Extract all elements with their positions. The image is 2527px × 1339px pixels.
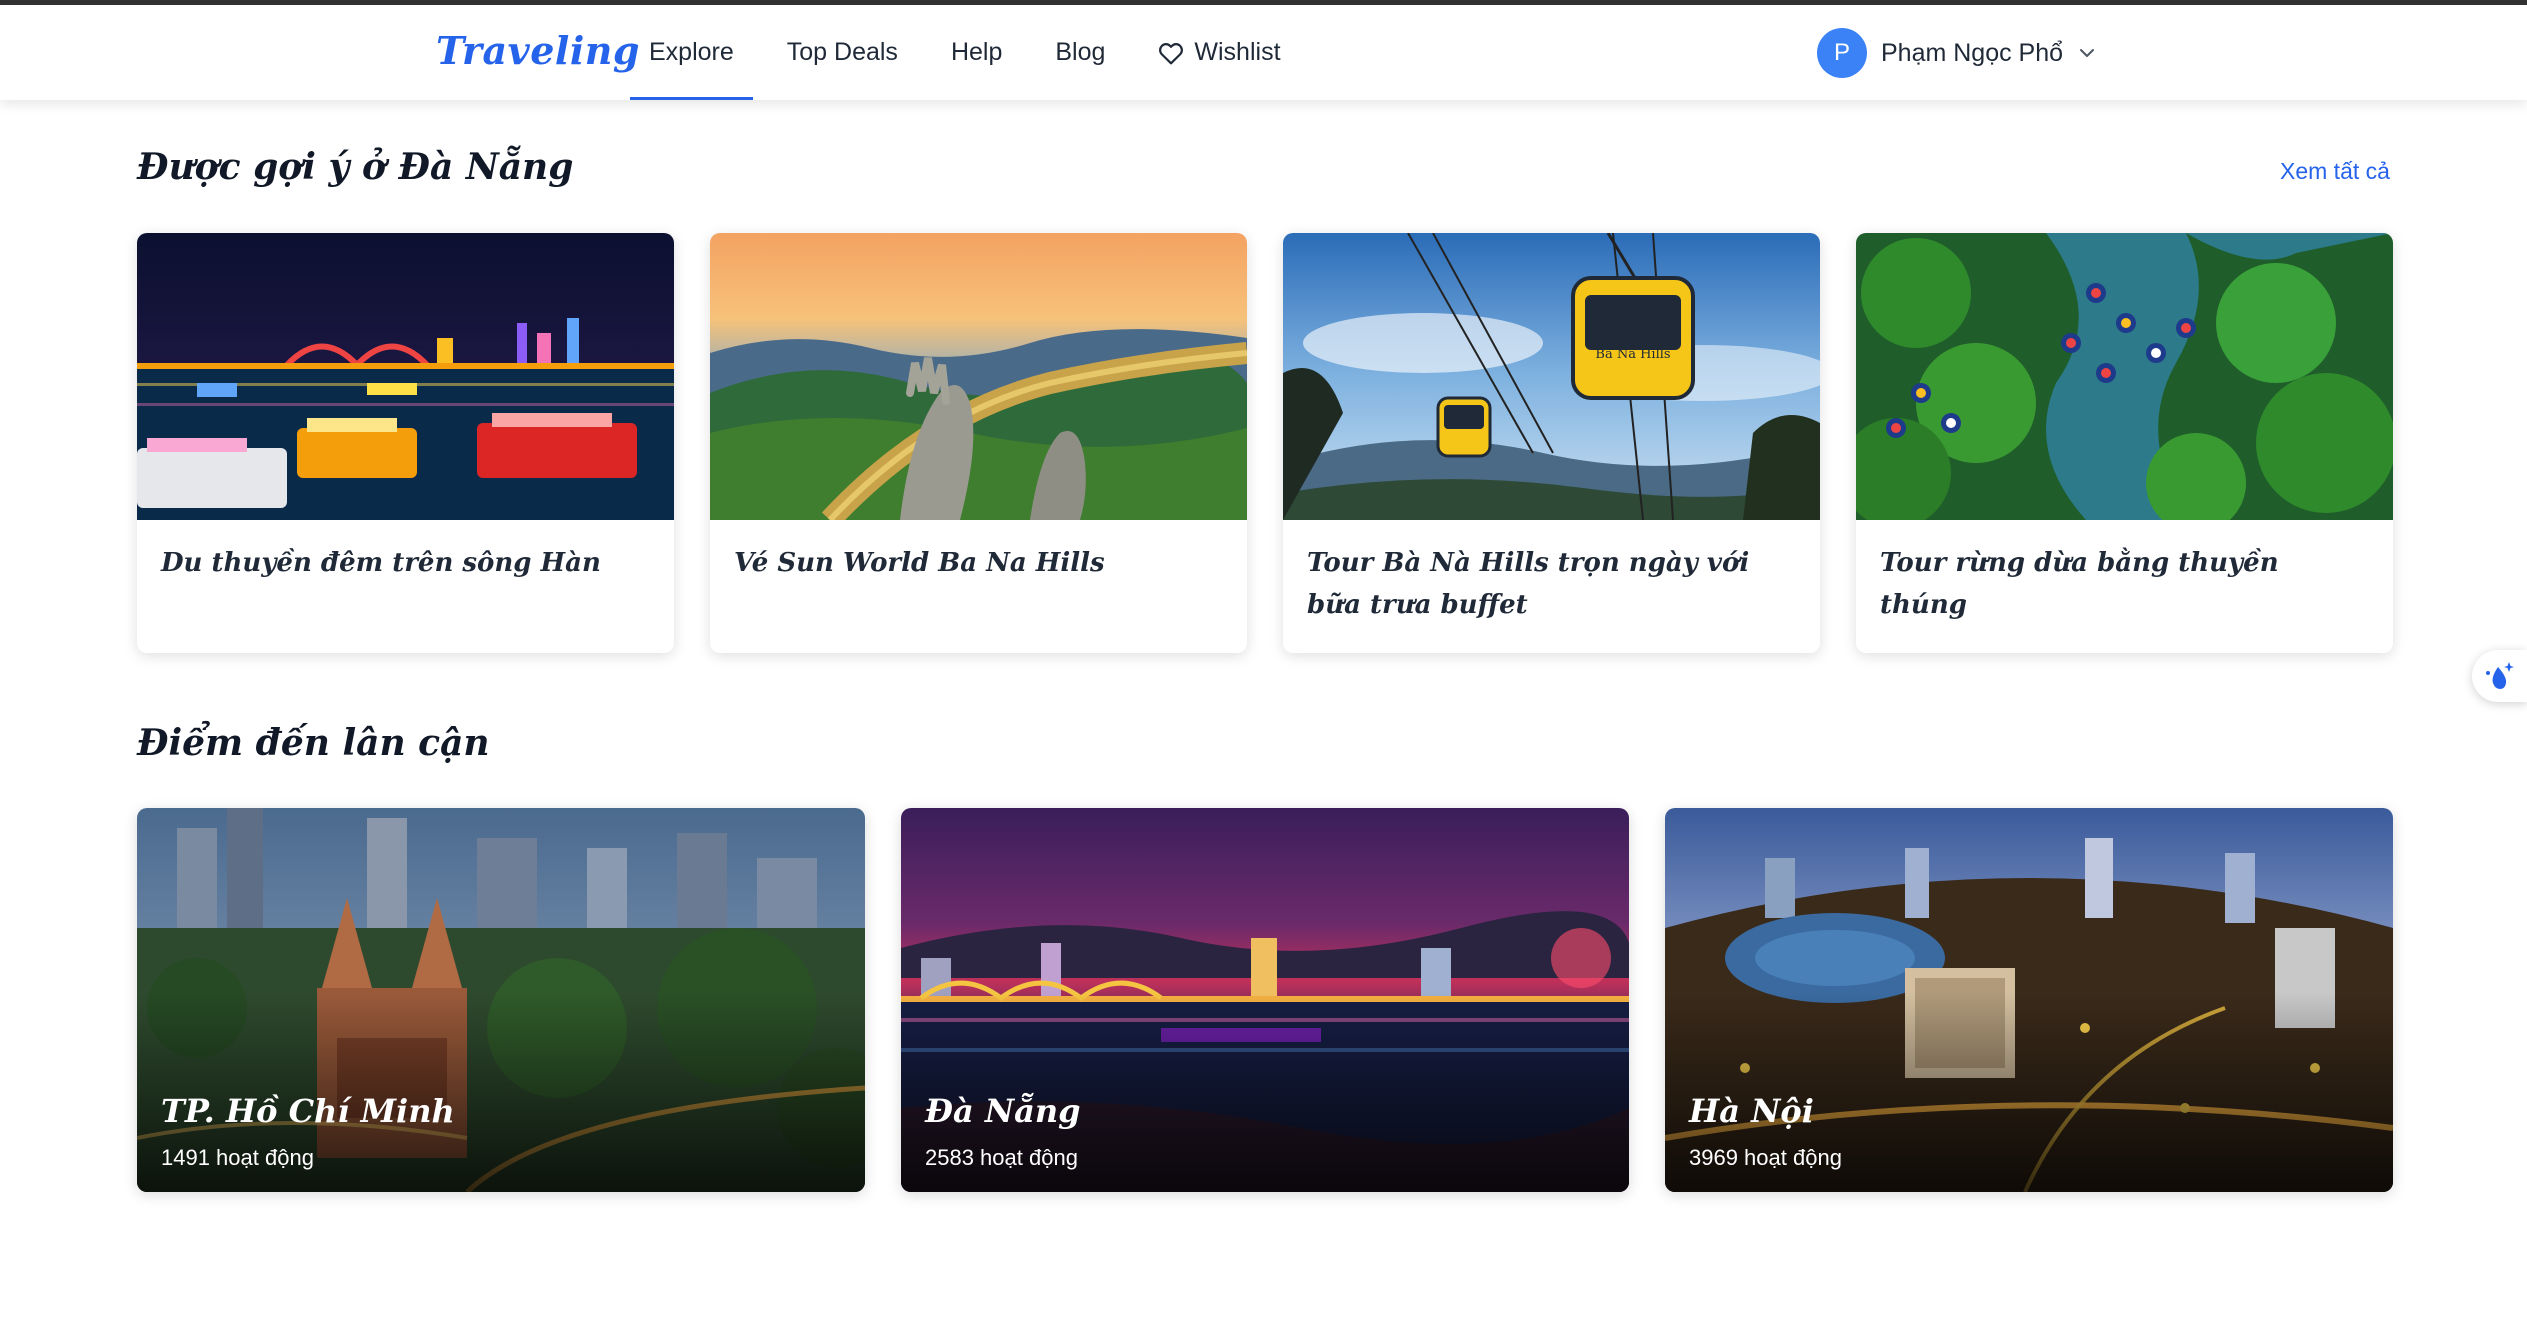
user-menu[interactable]: P Phạm Ngọc Phổ <box>1817 28 2097 78</box>
suggested-section-title: Được gợi ý ở Đà Nẵng <box>137 146 574 188</box>
nav-wishlist[interactable]: Wishlist <box>1139 5 1299 100</box>
destination-card[interactable]: Hà Nội 3969 hoạt động <box>1665 808 2393 1192</box>
sparkle-drop-icon <box>2485 662 2514 689</box>
tour-image-cable-car: Ba Na Hills <box>1283 233 1820 520</box>
tour-title: Tour Bà Nà Hills trọn ngày với bữa trưa … <box>1307 548 1750 620</box>
tour-image-golden-bridge <box>710 233 1247 520</box>
destination-activity-count: 2583 hoạt động <box>925 1145 1078 1170</box>
main-nav: Explore Top Deals Help Blog Wishlist <box>630 5 1315 100</box>
tour-image-han-river-cruise <box>137 233 674 520</box>
nav-top-deals[interactable]: Top Deals <box>768 5 917 100</box>
destination-card[interactable]: Đà Nẵng 2583 hoạt động <box>901 808 1629 1192</box>
nav-explore[interactable]: Explore <box>630 5 753 100</box>
nav-wishlist-label: Wishlist <box>1194 38 1281 66</box>
destination-name: Đà Nẵng <box>925 1092 1081 1130</box>
avatar: P <box>1817 28 1867 78</box>
tour-title: Vé Sun World Ba Na Hills <box>734 548 1105 578</box>
tour-image-coconut-forest <box>1856 233 2393 520</box>
destination-activity-count: 1491 hoạt động <box>161 1145 314 1170</box>
tour-title: Du thuyền đêm trên sông Hàn <box>161 548 601 578</box>
nav-blog[interactable]: Blog <box>1036 5 1124 100</box>
tour-card[interactable]: Tour rừng dừa bằng thuyền thúng <box>1856 233 2393 653</box>
destination-name: Hà Nội <box>1689 1092 1814 1130</box>
site-logo[interactable]: Traveling <box>436 25 640 77</box>
tour-card[interactable]: Ba Na Hills Tour Bà Nà Hills trọn ngày v… <box>1283 233 1820 653</box>
tour-title: Tour rừng dừa bằng thuyền thúng <box>1880 548 2279 620</box>
tour-card[interactable]: Vé Sun World Ba Na Hills <box>710 233 1247 653</box>
destination-name: TP. Hồ Chí Minh <box>161 1092 455 1130</box>
tour-card[interactable]: Du thuyền đêm trên sông Hàn <box>137 233 674 653</box>
see-all-link[interactable]: Xem tất cả <box>2280 158 2390 185</box>
nav-top-deals-label: Top Deals <box>786 38 898 66</box>
chevron-down-icon <box>2080 49 2095 57</box>
nav-explore-label: Explore <box>649 38 734 66</box>
cable-car-sign: Ba Na Hills <box>1595 347 1670 362</box>
nav-blog-label: Blog <box>1055 38 1106 66</box>
nav-help-label: Help <box>950 38 1003 66</box>
floating-assistant-button[interactable] <box>2472 650 2527 702</box>
heart-icon <box>1159 42 1184 64</box>
destination-card[interactable]: TP. Hồ Chí Minh 1491 hoạt động <box>137 808 865 1192</box>
nearby-section-title: Điểm đến lân cận <box>137 722 490 764</box>
destination-activity-count: 3969 hoạt động <box>1689 1145 1842 1170</box>
nav-help[interactable]: Help <box>932 5 1021 100</box>
top-navbar: Traveling Explore Top Deals Help Blog Wi… <box>0 5 2527 100</box>
user-name: Phạm Ngọc Phổ <box>1881 38 2064 67</box>
